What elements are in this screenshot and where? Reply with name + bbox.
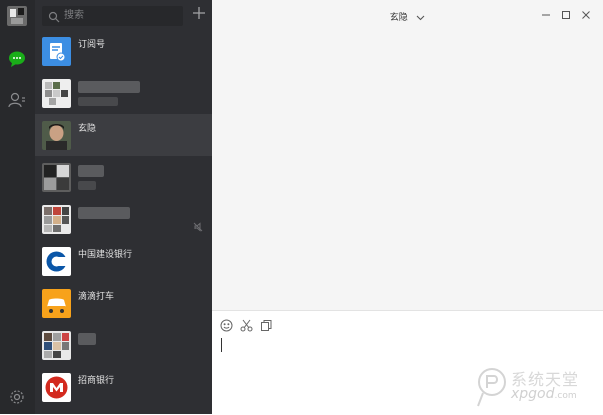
search-placeholder: 搜索 [64,10,84,21]
file-icon[interactable] [260,319,273,332]
blurred-name [78,207,130,219]
conversation-name: 滴滴打车 [78,291,115,301]
list-item[interactable] [35,156,212,198]
list-item-ccb[interactable]: 中国建设银行 [35,240,212,282]
blurred-name [78,81,140,93]
chevron-down-icon[interactable] [416,13,425,23]
subscription-icon [42,37,71,66]
list-item[interactable] [35,324,212,366]
group-avatar [42,331,71,360]
conversation-list: 搜索 订阅号 玄隐 中国建设银行 滴滴打车 招商银行 [35,0,212,414]
conversation-name: 订阅号 [78,39,106,49]
close-icon[interactable] [580,8,592,20]
blurred-preview [78,97,118,106]
list-item-xuanyin[interactable]: 玄隐 [35,114,212,156]
chat-panel: 玄隐 系统天堂 xpgod.com [212,0,603,415]
conversation-name: 玄隐 [78,123,97,133]
list-item-didi[interactable]: 滴滴打车 [35,282,212,324]
emoji-icon[interactable] [220,319,233,332]
conversation-name: 中国建设银行 [78,249,133,259]
nav-rail [0,0,35,414]
wechat-window: 搜索 订阅号 玄隐 中国建设银行 滴滴打车 招商银行 玄隐 系统天堂 xpgod… [0,0,603,415]
search-icon [48,10,60,23]
my-avatar[interactable] [7,6,27,26]
minimize-icon[interactable] [540,8,552,20]
mute-icon [193,219,203,232]
chat-icon[interactable] [8,50,26,68]
scissors-icon[interactable] [240,319,253,332]
contacts-icon[interactable] [8,91,26,109]
chat-title: 玄隐 [389,12,408,22]
settings-icon[interactable] [9,389,25,405]
conversation-name: 招商银行 [78,375,115,385]
blurred-name [78,165,104,177]
person-avatar [42,121,71,150]
watermark-logo: 系统天堂 xpgod.com [475,364,595,410]
message-area [212,30,603,310]
search-box[interactable]: 搜索 [42,6,183,26]
watermark-subtext: xpgod.com [511,386,577,402]
list-item[interactable] [35,198,212,240]
list-item-subscriptions[interactable]: 订阅号 [35,30,212,72]
group-avatar [42,79,71,108]
blurred-name [78,333,96,345]
maximize-icon[interactable] [560,8,572,20]
cmb-logo [42,373,71,402]
didi-logo [42,289,71,318]
text-cursor [221,338,222,352]
group-avatar [42,205,71,234]
add-icon[interactable] [191,5,207,21]
blurred-preview [78,181,96,190]
list-item[interactable] [35,72,212,114]
ccb-logo [42,247,71,276]
list-item-cmb[interactable]: 招商银行 [35,366,212,408]
group-avatar [42,163,71,192]
